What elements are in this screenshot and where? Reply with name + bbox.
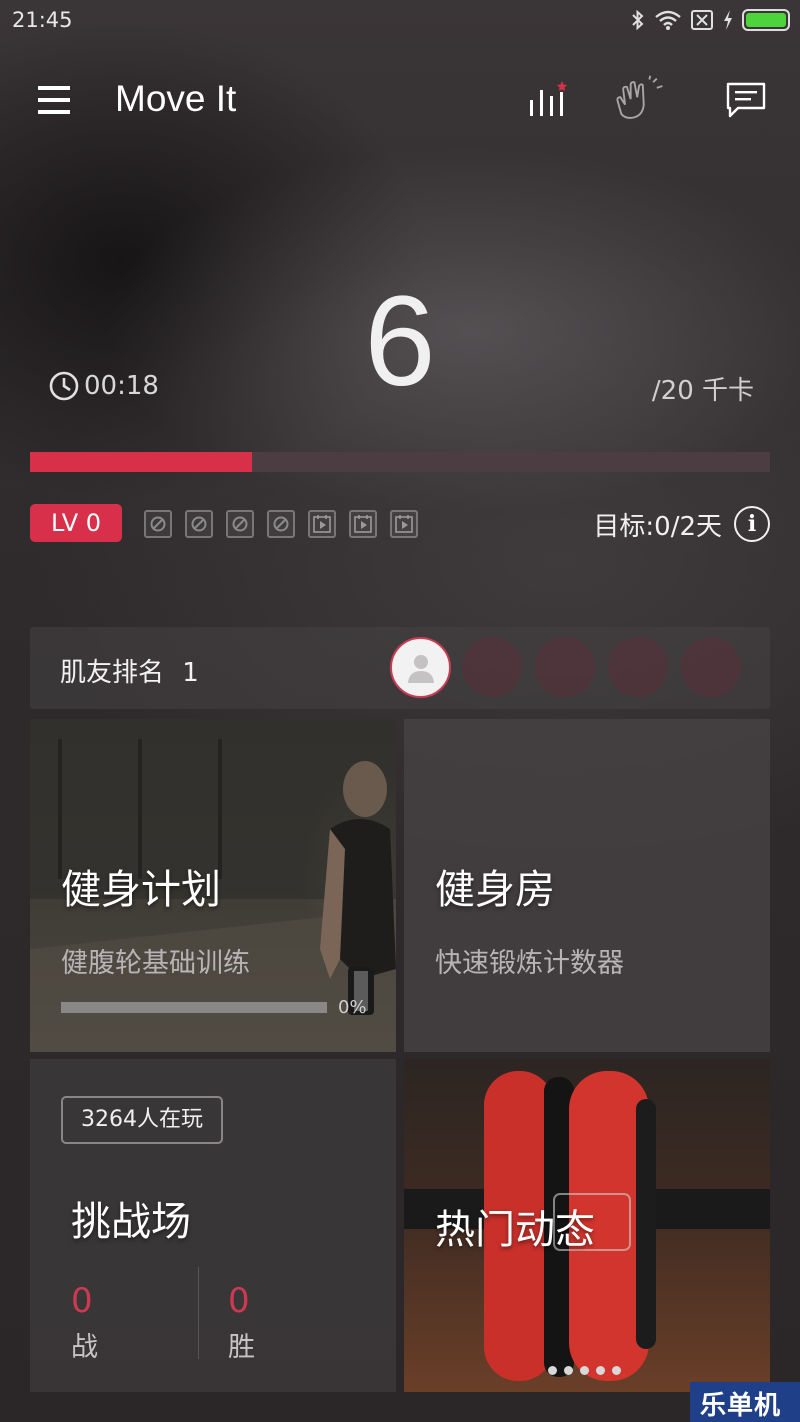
- stamp-disabled: [267, 510, 295, 538]
- play-icon: [395, 515, 413, 533]
- battery-icon: [742, 9, 790, 31]
- carousel-dot[interactable]: [580, 1366, 589, 1375]
- fitness-plan-tile[interactable]: 健身计划 健腹轮基础训练 0%: [30, 719, 396, 1052]
- app-bar: Move It: [0, 60, 800, 140]
- challenge-arena-tile[interactable]: 3264人在玩 挑战场 0 战 0 胜: [30, 1059, 396, 1392]
- no-entry-icon: [191, 516, 207, 532]
- carousel-dot[interactable]: [548, 1366, 557, 1375]
- no-entry-icon: [150, 516, 166, 532]
- empty-avatar-slot: [462, 637, 522, 697]
- wifi-icon: [655, 10, 681, 30]
- info-icon: i: [747, 511, 757, 537]
- user-icon: [407, 654, 434, 683]
- daily-stamps: [144, 510, 418, 538]
- battles-label: 战: [71, 1332, 98, 1363]
- no-entry-icon: [273, 516, 289, 532]
- wins-count: 0: [228, 1281, 250, 1321]
- empty-avatar-slot: [681, 637, 741, 697]
- stamp-disabled: [144, 510, 172, 538]
- plan-progress-label: 0%: [338, 997, 367, 1018]
- ranking-chart-icon: [530, 81, 567, 116]
- plan-progress-bar: [61, 1002, 327, 1013]
- status-bar: 21:45: [0, 0, 800, 40]
- no-entry-icon: [232, 516, 248, 532]
- carousel-dot[interactable]: [564, 1366, 573, 1375]
- fitness-plan-title: 健身计划: [61, 867, 221, 913]
- empty-avatar-slot: [608, 637, 668, 697]
- play-icon: [354, 515, 372, 533]
- gym-tile[interactable]: 健身房 快速锻炼计数器: [404, 719, 770, 1052]
- carousel-indicator: [548, 1366, 621, 1375]
- menu-button[interactable]: [30, 78, 86, 122]
- battles-count: 0: [71, 1281, 93, 1321]
- goal-days: 目标:0/2天: [593, 512, 722, 542]
- app-title: Move It: [115, 78, 237, 119]
- clap-icon: [616, 75, 663, 119]
- stamp-play: [349, 510, 377, 538]
- avatar[interactable]: [390, 637, 451, 698]
- stamp-disabled: [185, 510, 213, 538]
- status-icons: [630, 6, 790, 34]
- elapsed-time: 00:18: [84, 371, 159, 401]
- hamburger-menu-icon: [38, 86, 76, 114]
- hot-feed-title: 热门动态: [435, 1207, 595, 1253]
- screen: 21:45 Move It 6 00:18 /20 千卡 LV 0 目标:0/2…: [0, 0, 800, 1422]
- watermark: 乐单机: [690, 1382, 800, 1422]
- ranking-label: 肌友排名 1: [60, 652, 199, 689]
- calorie-progress-fill: [30, 452, 252, 472]
- workout-timer: 00:18: [48, 370, 159, 402]
- clap-button[interactable]: [612, 72, 668, 128]
- hot-feed-tile[interactable]: 热门动态: [404, 1059, 770, 1392]
- charging-icon: [724, 10, 732, 30]
- messages-button[interactable]: [718, 72, 774, 128]
- clock-icon: [49, 371, 79, 401]
- stamp-play: [308, 510, 336, 538]
- gym-title: 健身房: [435, 867, 555, 913]
- no-sim-icon: [691, 10, 713, 30]
- ranking-position: 1: [182, 658, 199, 688]
- stamp-play: [390, 510, 418, 538]
- challenge-arena-title: 挑战场: [71, 1199, 191, 1245]
- gym-subtitle: 快速锻炼计数器: [435, 948, 624, 979]
- watermark-text: 乐单机: [700, 1391, 782, 1421]
- level-badge[interactable]: LV 0: [30, 504, 122, 542]
- carousel-dot[interactable]: [596, 1366, 605, 1375]
- players-count-badge: 3264人在玩: [61, 1096, 223, 1144]
- battery-level: [746, 13, 786, 27]
- wins-label: 胜: [228, 1332, 255, 1363]
- calorie-goal: /20 千卡: [651, 376, 754, 406]
- ranking-title: 肌友排名: [60, 658, 165, 688]
- ranking-button[interactable]: [516, 72, 572, 128]
- info-button[interactable]: i: [734, 506, 770, 542]
- stat-divider: [198, 1267, 199, 1359]
- play-icon: [313, 515, 331, 533]
- bluetooth-icon: [632, 9, 644, 31]
- friend-ranking[interactable]: 肌友排名 1: [30, 627, 770, 709]
- message-icon: [726, 82, 766, 118]
- fitness-plan-subtitle: 健腹轮基础训练: [61, 948, 250, 979]
- stamp-disabled: [226, 510, 254, 538]
- empty-avatar-slot: [535, 637, 595, 697]
- calorie-progress-bar: [30, 452, 770, 472]
- carousel-dot[interactable]: [612, 1366, 621, 1375]
- status-time: 21:45: [12, 8, 73, 32]
